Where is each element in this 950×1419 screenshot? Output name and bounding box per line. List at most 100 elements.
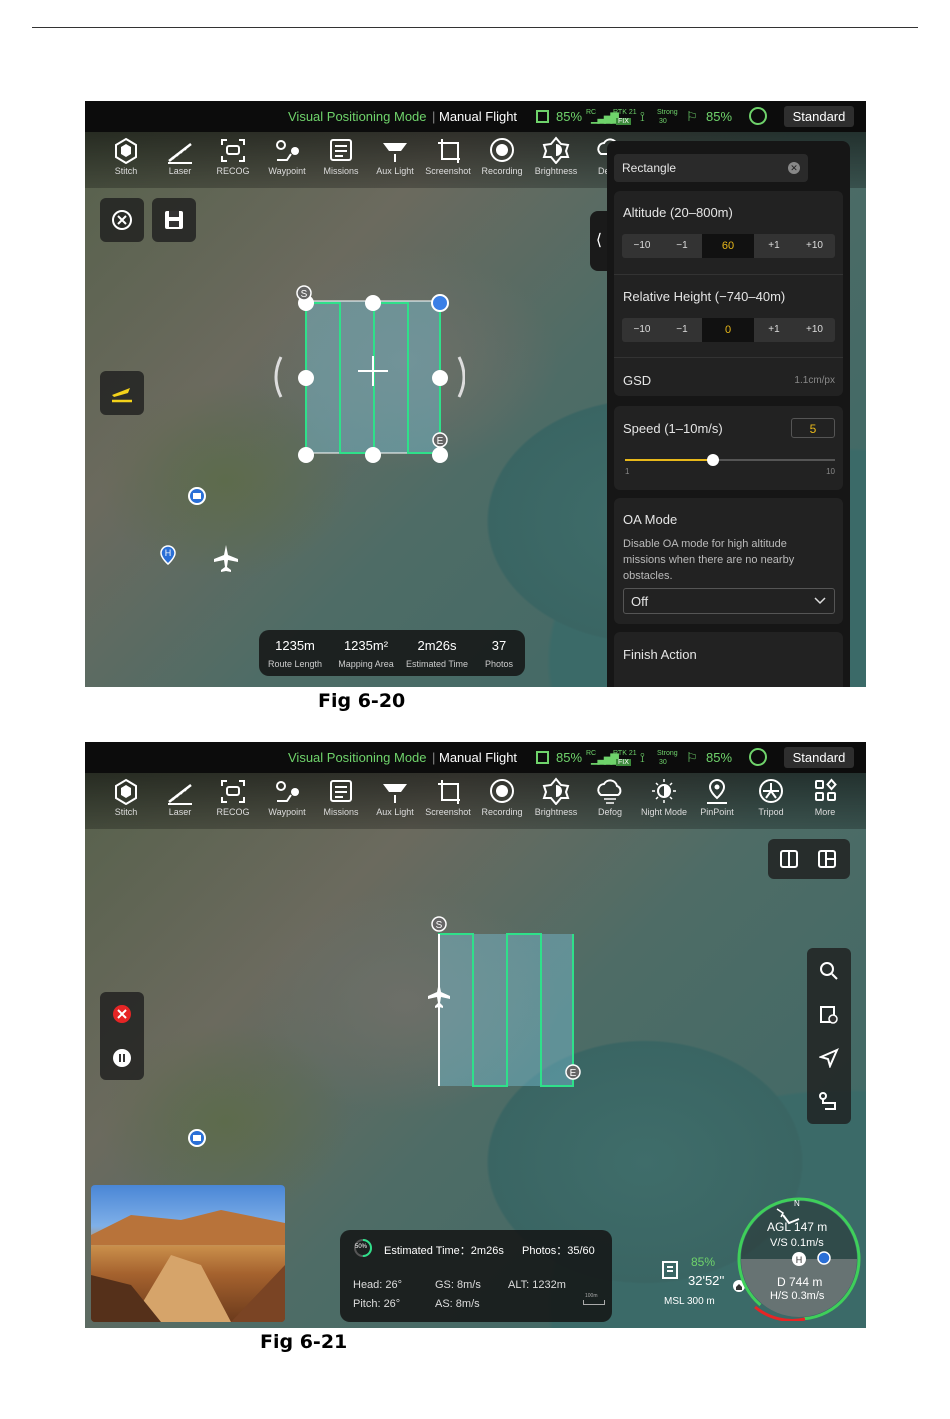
tool-bar: Stitch Laser RECOG Waypoint Missions Aux… <box>85 773 866 829</box>
tool-stitch[interactable]: Stitch <box>100 136 152 176</box>
positioning-mode: Visual Positioning Mode <box>288 750 427 765</box>
svg-text:H: H <box>796 1255 803 1265</box>
obstacle-sensing-icon[interactable] <box>749 107 767 125</box>
vertex-handle[interactable] <box>365 295 381 311</box>
speed-slider-thumb[interactable] <box>707 454 720 466</box>
edge-handle[interactable] <box>298 370 314 386</box>
waypoint-icon <box>276 781 299 802</box>
flight-profile-button[interactable]: Standard <box>784 106 854 127</box>
vertex-handle-selected[interactable] <box>431 294 449 312</box>
speed-input[interactable]: 5 <box>791 418 835 438</box>
tool-aux-light[interactable]: Aux Light <box>369 777 421 817</box>
tool-defog[interactable]: Defog <box>584 777 636 817</box>
missions-icon <box>330 780 352 802</box>
tool-screenshot[interactable]: Screenshot <box>422 136 474 176</box>
increment-1-button[interactable]: +1 <box>754 318 794 342</box>
increment-10-button[interactable]: +10 <box>794 318 835 342</box>
tool-laser[interactable]: Laser <box>154 777 206 817</box>
tool-recog[interactable]: RECOG <box>207 777 259 817</box>
svg-text:E: E <box>437 436 444 447</box>
msl-altitude: MSL 300 m <box>664 1296 715 1307</box>
stop-mission-icon[interactable] <box>112 1004 132 1024</box>
laser-icon <box>168 143 192 164</box>
mission-settings-panel: Rectangle ✕ Altitude (20–800m) −10 −1 60… <box>607 141 850 687</box>
relative-height-value[interactable]: 0 <box>702 318 754 342</box>
pinpoint-icon <box>707 778 727 804</box>
obstacle-sensing-icon[interactable] <box>749 748 767 766</box>
tool-aux-light[interactable]: Aux Light <box>369 136 421 176</box>
increment-1-button[interactable]: +1 <box>754 234 794 258</box>
altitude-stepper[interactable]: −10 −1 60 +1 +10 <box>622 234 835 258</box>
exit-button[interactable] <box>100 198 144 242</box>
shape-selector[interactable]: Rectangle ✕ <box>614 154 808 182</box>
decrement-1-button[interactable]: −1 <box>662 318 702 342</box>
vertex-handle[interactable] <box>365 447 381 463</box>
search-icon[interactable] <box>819 961 839 981</box>
tool-recording[interactable]: Recording <box>476 777 528 817</box>
altitude-value[interactable]: 60 <box>702 234 754 258</box>
tool-pinpoint[interactable]: PinPoint <box>691 777 743 817</box>
aux-light-icon <box>383 143 407 162</box>
tool-missions[interactable]: Missions <box>315 777 367 817</box>
flight-mode: Manual Flight <box>439 750 518 765</box>
decrement-1-button[interactable]: −1 <box>662 234 702 258</box>
collapse-panel-button[interactable]: ⟨ <box>590 211 608 271</box>
gnss-icon: ⟟ <box>640 750 645 765</box>
split-view-icon[interactable] <box>780 850 798 868</box>
gsd-value: 1.1cm/px <box>794 375 835 386</box>
tool-screenshot[interactable]: Screenshot <box>422 777 474 817</box>
tool-recording[interactable]: Recording <box>476 136 528 176</box>
tool-recog[interactable]: RECOG <box>207 136 259 176</box>
save-button[interactable] <box>152 198 196 242</box>
decrement-10-button[interactable]: −10 <box>622 318 662 342</box>
fpv-camera-thumbnail[interactable] <box>91 1185 285 1322</box>
screenshot-fig-6-20: Visual Positioning Mode | Manual Flight … <box>85 101 866 687</box>
altitude-card: Altitude (20–800m) −10 −1 60 +1 +10 Rela… <box>614 191 843 396</box>
tool-stitch[interactable]: Stitch <box>100 777 152 817</box>
recording-icon <box>490 138 514 162</box>
tool-laser[interactable]: Laser <box>154 136 206 176</box>
tool-brightness[interactable]: Brightness <box>530 136 582 176</box>
oa-mode-card: OA Mode Disable OA mode for high altitud… <box>614 498 843 624</box>
screenshot-fig-6-21: Visual Positioning Mode | Manual Flight … <box>85 742 866 1328</box>
oa-mode-select[interactable]: Off <box>623 588 835 614</box>
tool-tripod[interactable]: Tripod <box>745 777 797 817</box>
route-icon[interactable] <box>818 1091 840 1113</box>
pip-view-icon[interactable] <box>818 850 836 868</box>
tool-more[interactable]: More <box>799 777 851 817</box>
rc-location-icon <box>188 1129 206 1147</box>
finish-action-card[interactable]: Finish Action <box>614 632 843 687</box>
clear-icon[interactable]: ✕ <box>788 162 800 174</box>
recog-icon <box>221 780 245 803</box>
tool-missions[interactable]: Missions <box>315 136 367 176</box>
map-settings-icon[interactable] <box>819 1005 839 1025</box>
pitch-value: Pitch: 26° <box>353 1298 401 1310</box>
tool-waypoint[interactable]: Waypoint <box>261 777 313 817</box>
night-mode-icon <box>652 779 676 803</box>
svg-text:S: S <box>301 289 308 300</box>
north-label: N <box>794 1199 800 1208</box>
locate-icon[interactable] <box>819 1048 839 1068</box>
vertex-handle[interactable] <box>432 447 448 463</box>
decrement-10-button[interactable]: −10 <box>622 234 662 258</box>
tool-brightness[interactable]: Brightness <box>530 777 582 817</box>
takeoff-button[interactable] <box>100 371 144 415</box>
speed-slider[interactable] <box>625 454 835 466</box>
tool-night-mode[interactable]: Night Mode <box>638 777 690 817</box>
pause-mission-icon[interactable] <box>112 1048 132 1068</box>
vertex-handle[interactable] <box>298 447 314 463</box>
flight-profile-button[interactable]: Standard <box>784 747 854 768</box>
estimated-time-value: 2m26s <box>417 638 457 653</box>
photos-count: Photos：35/60 <box>522 1245 595 1257</box>
relative-height-stepper[interactable]: −10 −1 0 +1 +10 <box>622 318 835 342</box>
horizontal-speed: H/S 0.3m/s <box>770 1290 825 1302</box>
increment-10-button[interactable]: +10 <box>794 234 835 258</box>
svg-text:H: H <box>165 548 172 558</box>
edge-handle[interactable] <box>432 370 448 386</box>
remote-controller-icon: ⚐ <box>686 750 698 765</box>
takeoff-icon <box>112 388 132 403</box>
tool-waypoint[interactable]: Waypoint <box>261 136 313 176</box>
positioning-mode: Visual Positioning Mode <box>288 109 427 124</box>
altitude: ALT: 1232m <box>508 1279 566 1291</box>
scale-label: 100m <box>585 1293 598 1299</box>
